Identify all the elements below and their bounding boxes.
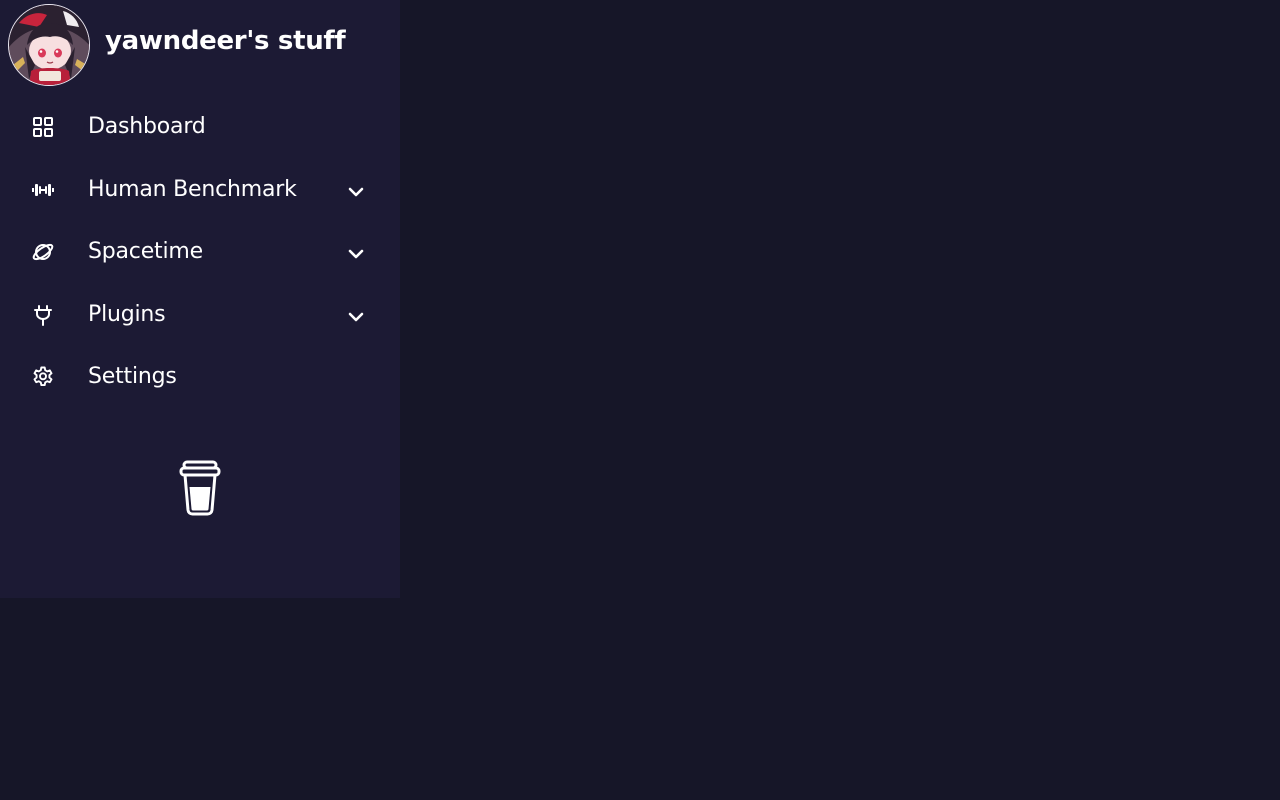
site-title[interactable]: yawndeer's stuff	[105, 26, 346, 56]
sidebar-item-label: Spacetime	[88, 239, 203, 264]
sidebar-item-label: Dashboard	[88, 114, 206, 139]
plug-icon	[31, 303, 55, 327]
sidebar-item-spacetime[interactable]: Spacetime	[0, 223, 400, 283]
sidebar: yawndeer's stuff Dashboard Human Benchma…	[0, 0, 400, 598]
sidebar-item-human-benchmark[interactable]: Human Benchmark	[0, 161, 400, 221]
sidebar-item-label: Plugins	[88, 302, 166, 327]
planet-icon	[31, 240, 55, 264]
sidebar-item-settings[interactable]: Settings	[0, 348, 400, 408]
main-content	[400, 0, 1280, 800]
gear-icon	[31, 365, 55, 389]
sidebar-item-dashboard[interactable]: Dashboard	[0, 98, 400, 158]
chevron-down-icon[interactable]	[344, 180, 368, 204]
chevron-down-icon[interactable]	[344, 305, 368, 329]
sidebar-item-plugins[interactable]: Plugins	[0, 286, 400, 346]
avatar-image	[9, 5, 89, 85]
sidebar-item-label: Human Benchmark	[88, 177, 297, 202]
chevron-down-icon[interactable]	[344, 242, 368, 266]
sidebar-item-label: Settings	[88, 364, 177, 389]
avatar[interactable]	[8, 4, 90, 86]
grid-icon	[31, 115, 55, 139]
dumbbell-icon	[31, 178, 55, 202]
coffee-cup-icon[interactable]	[178, 459, 222, 517]
brand-header[interactable]: yawndeer's stuff	[0, 0, 400, 88]
